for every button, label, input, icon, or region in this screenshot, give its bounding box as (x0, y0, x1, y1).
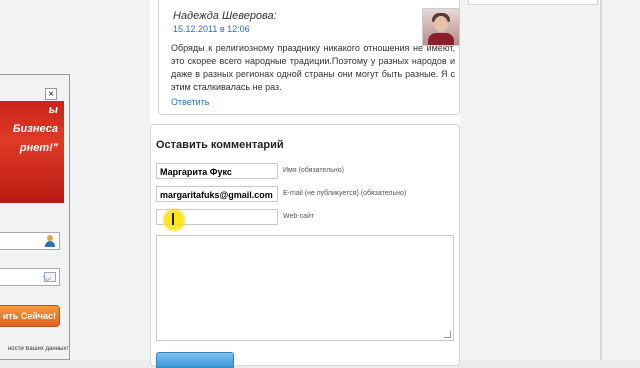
comment-textarea[interactable] (156, 235, 454, 341)
banner-line: ы (48, 104, 58, 116)
text-cursor-icon (172, 213, 174, 225)
email-label: E-mail (не публикуется) (обязательно) (283, 190, 407, 197)
comment-card: Надежда Шеверова: 15.12.2011 в 12:06 Обр… (158, 0, 460, 115)
subscribe-popup: × ы Бизнеса рнет!" ить Сейчас! ности Ваш… (0, 74, 70, 360)
close-icon[interactable]: × (45, 88, 57, 100)
sidebar-column (468, 0, 598, 5)
popup-email-input[interactable] (0, 268, 60, 286)
banner-line: рнет!" (19, 142, 58, 154)
popup-subscribe-button[interactable]: ить Сейчас! (0, 305, 60, 327)
comment-date-link[interactable]: 15.12.2011 в 12:06 (173, 24, 250, 34)
user-icon (44, 235, 56, 247)
reply-link[interactable]: Ответить (171, 97, 209, 107)
resize-handle-icon[interactable] (444, 331, 451, 338)
popup-banner: ы Бизнеса рнет!" (0, 101, 64, 203)
form-title: Оставить комментарий (156, 139, 284, 151)
name-field[interactable]: Маргарита Фукс (156, 163, 278, 179)
popup-name-input[interactable] (0, 232, 60, 250)
comment-text: Обряды к религиозному празднику никакого… (171, 43, 455, 92)
comment-form: Оставить комментарий Маргарита Фукс Имя … (150, 124, 460, 368)
website-label: Web-сайт (283, 213, 315, 220)
comment-author: Надежда Шеверова: (173, 10, 277, 22)
banner-line: Бизнеса (12, 123, 58, 135)
submit-button[interactable] (156, 352, 234, 368)
comment-avatar (422, 8, 460, 46)
mail-icon (44, 272, 56, 282)
email-field[interactable]: margaritafuks@gmail.com (156, 186, 278, 202)
cursor-highlight (162, 208, 186, 232)
page-edge (600, 0, 602, 360)
privacy-note: ности Ваших данных! (7, 346, 68, 352)
name-label: Имя (обязательно) (283, 167, 345, 174)
